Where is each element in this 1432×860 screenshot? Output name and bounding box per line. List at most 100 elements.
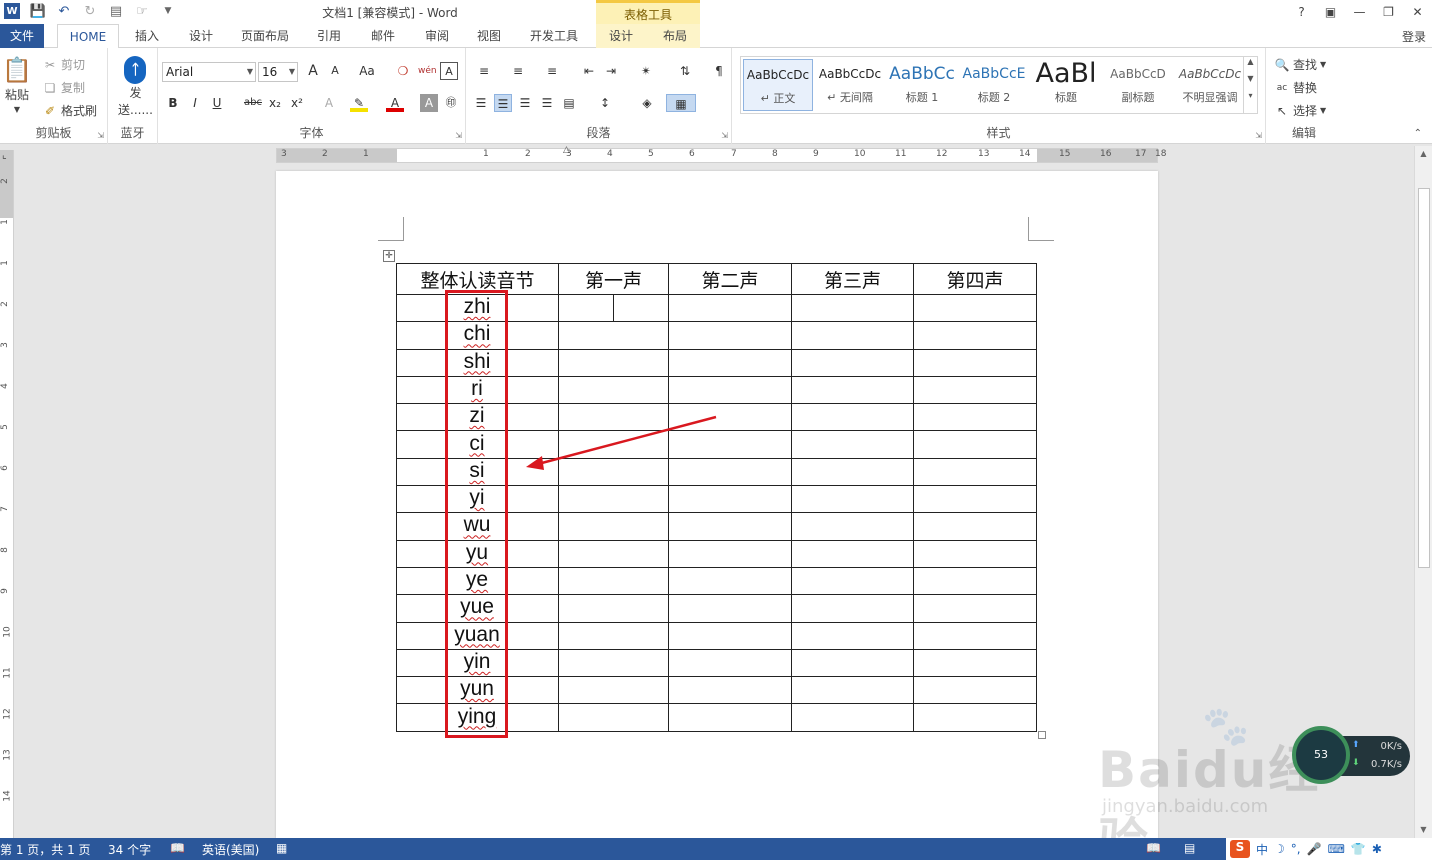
microphone-icon[interactable]: 🎤 [1307, 842, 1322, 856]
tab-review[interactable]: 审阅 [418, 24, 456, 48]
table-cell[interactable] [558, 566, 669, 596]
table-cell[interactable] [558, 485, 669, 514]
macro-record-icon[interactable]: ▦ [276, 841, 287, 855]
tab-references[interactable]: 引用 [310, 24, 348, 48]
table-cell[interactable] [913, 403, 1037, 432]
align-right-icon[interactable]: ☰ [516, 94, 534, 112]
font-name-combo[interactable]: Arial ▼ [162, 62, 256, 82]
scrollbar-thumb[interactable] [1418, 188, 1430, 568]
table-cell[interactable] [558, 348, 669, 377]
tab-design[interactable]: 设计 [182, 24, 220, 48]
chevron-up-icon[interactable]: ▲ [1244, 57, 1257, 66]
table-cell[interactable] [668, 348, 792, 377]
table-cell[interactable] [613, 293, 669, 323]
tab-mailings[interactable]: 邮件 [364, 24, 402, 48]
text-effects-icon[interactable]: A [320, 94, 338, 112]
table-cell[interactable] [913, 648, 1037, 678]
moon-icon[interactable]: ☽ [1274, 842, 1285, 856]
table-cell[interactable] [913, 594, 1037, 623]
tab-insert[interactable]: 插入 [128, 24, 166, 48]
table-cell[interactable] [791, 485, 914, 514]
styles-launcher-icon[interactable]: ⇲ [1255, 131, 1262, 140]
print-layout-icon[interactable]: ▤ [1184, 841, 1195, 855]
table-cell[interactable] [791, 321, 914, 350]
strikethrough-button[interactable]: abc [242, 94, 264, 112]
table-cell[interactable] [913, 621, 1037, 650]
table-cell[interactable] [913, 539, 1037, 568]
scroll-up-icon[interactable]: ▲ [1415, 146, 1432, 162]
table-cell[interactable] [913, 430, 1037, 459]
table-cell[interactable] [558, 703, 669, 732]
italic-button[interactable]: I [186, 94, 204, 112]
tab-home[interactable]: HOME [57, 24, 119, 49]
tab-table-layout[interactable]: 布局 [656, 24, 694, 48]
close-button[interactable]: ✕ [1403, 0, 1432, 24]
table-cell[interactable] [558, 512, 669, 541]
phonetic-guide-icon[interactable]: wén [418, 62, 437, 80]
style-subtitle[interactable]: AaBbCcD 副标题 [1103, 59, 1173, 111]
table-cell[interactable] [913, 457, 1037, 487]
format-painter-button[interactable]: ✐ 格式刷 [42, 102, 97, 119]
header-cell[interactable]: 第一声 [558, 263, 669, 295]
vertical-scrollbar[interactable]: ▲ ▼ [1414, 146, 1432, 838]
change-case-button[interactable]: Aa [354, 62, 380, 80]
copy-button[interactable]: ❏ 复制 [42, 79, 85, 96]
collapse-ribbon-icon[interactable]: ⌃ [1414, 128, 1422, 139]
grow-font-button[interactable]: A [304, 62, 322, 80]
ime-mode[interactable]: 中 [1256, 841, 1268, 858]
style-title[interactable]: AaBl 标题 [1031, 59, 1101, 111]
table-cell[interactable] [791, 403, 914, 432]
network-speed-widget[interactable]: ⬆ 0K/s ⬇ 0.7K/s 53 [1292, 726, 1410, 784]
table-cell[interactable] [558, 321, 669, 350]
bluetooth-send-button[interactable]: ᛏ 发 送...... [118, 56, 153, 118]
table-cell[interactable] [668, 703, 792, 732]
proofing-icon[interactable]: 📖 [170, 841, 185, 855]
table-cell[interactable] [791, 293, 914, 323]
tab-view[interactable]: 视图 [470, 24, 508, 48]
minimize-button[interactable]: — [1345, 0, 1374, 24]
style-no-spacing[interactable]: AaBbCcDc ↵ 无间隔 [815, 59, 885, 111]
table-cell[interactable] [668, 676, 792, 705]
table-cell[interactable] [668, 539, 792, 568]
table-cell[interactable] [558, 621, 669, 650]
table-cell[interactable] [791, 621, 914, 650]
style-heading-1[interactable]: AaBbCc 标题 1 [887, 59, 957, 111]
table-cell[interactable] [668, 648, 792, 678]
table-cell[interactable] [558, 539, 669, 568]
ribbon-display-options-icon[interactable]: ▣ [1316, 0, 1345, 24]
distributed-icon[interactable]: ▤ [560, 94, 578, 112]
shirt-icon[interactable]: 👕 [1351, 842, 1366, 856]
sign-in-link[interactable]: 登录 [1402, 28, 1426, 45]
table-cell[interactable] [791, 703, 914, 732]
restore-button[interactable]: ❐ [1374, 0, 1403, 24]
table-cell[interactable] [913, 375, 1037, 405]
tab-page-layout[interactable]: 页面布局 [236, 24, 294, 48]
table-resize-handle[interactable] [1038, 731, 1046, 739]
enclose-characters-icon[interactable]: ㊞ [442, 94, 460, 112]
table-cell[interactable] [791, 648, 914, 678]
chevron-down-icon[interactable]: ▼ [1244, 74, 1257, 83]
shading-icon[interactable]: ◈ [634, 94, 660, 112]
clipboard-launcher-icon[interactable]: ⇲ [97, 131, 104, 140]
scroll-down-icon[interactable]: ▼ [1415, 822, 1432, 838]
punctuation-icon[interactable]: °, [1291, 842, 1301, 856]
table-cell[interactable] [668, 594, 792, 623]
indent-marker-icon[interactable]: △ [563, 145, 570, 155]
asian-layout-icon[interactable]: ✴ [634, 62, 658, 80]
table-cell[interactable] [668, 375, 792, 405]
tab-selector-icon[interactable]: ⌞ [2, 150, 7, 161]
table-cell[interactable] [913, 293, 1037, 323]
shrink-font-button[interactable]: A [326, 62, 344, 80]
table-cell[interactable] [791, 375, 914, 405]
page-count[interactable]: 第 1 页，共 1 页 [0, 841, 91, 858]
numbering-icon[interactable]: ≡ [506, 62, 530, 80]
table-cell[interactable] [791, 348, 914, 377]
tab-developer[interactable]: 开发工具 [524, 24, 584, 48]
keyboard-icon[interactable]: ⌨ [1328, 842, 1345, 856]
sogou-ime-icon[interactable]: S [1230, 840, 1250, 858]
bullets-icon[interactable]: ≡ [472, 62, 496, 80]
table-cell[interactable] [913, 485, 1037, 514]
table-cell[interactable] [791, 594, 914, 623]
table-cell[interactable] [913, 566, 1037, 596]
font-size-combo[interactable]: 16 ▼ [258, 62, 298, 82]
